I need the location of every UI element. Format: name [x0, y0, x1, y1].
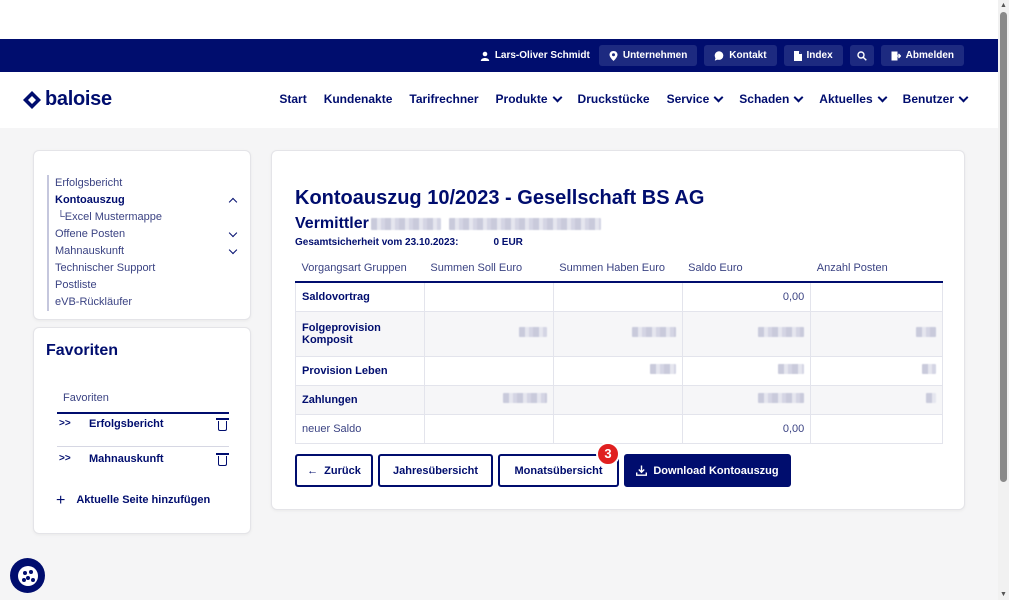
favorite-item[interactable]: >> Mahnauskunft [57, 449, 229, 477]
table-row: neuer Saldo 0,00 [295, 414, 943, 444]
user-menu[interactable]: Lars-Oliver Schmidt [480, 50, 590, 61]
sidebar-item-technischer-support[interactable]: Technischer Support [55, 260, 240, 277]
download-statement-button[interactable]: Download Kontoauszug [624, 454, 791, 487]
index-button[interactable]: Index [783, 45, 843, 66]
unternehmen-button[interactable]: Unternehmen [598, 45, 698, 66]
nav-druckstuecke[interactable]: Druckstücke [578, 92, 650, 106]
search-icon [856, 50, 867, 61]
chevron-down-icon [958, 92, 969, 102]
browser-top-area [0, 0, 1009, 39]
location-pin-icon [609, 50, 618, 61]
sidebar-item-kontoauszug[interactable]: Kontoauszug [55, 192, 240, 209]
chevron-up-icon[interactable] [228, 197, 238, 207]
nav-start[interactable]: Start [279, 92, 306, 106]
chevron-down-icon[interactable] [228, 245, 238, 255]
top-utility-bar: Lars-Oliver Schmidt Unternehmen Kontakt … [0, 39, 998, 72]
page-title: Kontoauszug 10/2023 - Gesellschaft BS AG [295, 187, 705, 209]
document-icon [793, 50, 802, 61]
trash-icon[interactable] [216, 453, 229, 466]
column-header: Vorgangsart Gruppen [295, 255, 425, 283]
search-button[interactable] [849, 45, 874, 66]
cookie-icon [17, 565, 38, 586]
baloise-logo[interactable]: baloise [23, 88, 112, 111]
favorites-title: Favoriten [46, 342, 119, 359]
baloise-logo-icon [23, 90, 41, 109]
redacted-value [518, 327, 547, 337]
download-icon [636, 465, 648, 476]
trash-icon[interactable] [216, 418, 229, 431]
sidebar-item-erfolgsbericht[interactable]: Erfolgsbericht [55, 175, 240, 192]
vertical-scrollbar[interactable]: ▲ ▼ [998, 0, 1009, 600]
redacted-value [502, 393, 547, 403]
chevron-down-icon [877, 92, 888, 102]
double-chevron-right-icon: >> [59, 418, 71, 429]
main-header: baloise Start Kundenakte Tarifrechner Pr… [0, 72, 998, 128]
statement-table: Vorgangsart Gruppen Summen Soll Euro Sum… [295, 255, 943, 444]
table-row: Saldovortrag 0,00 [295, 282, 943, 312]
agent-subtitle: Vermittler [295, 215, 601, 233]
sidebar-item-excel-mustermappe[interactable]: └Excel Mustermappe [55, 209, 240, 226]
nav-produkte[interactable]: Produkte [496, 92, 562, 106]
redacted-text [448, 218, 601, 230]
table-row: Folgeprovision Komposit [295, 311, 943, 357]
step-badge: 3 [596, 442, 620, 466]
security-info: Gesamtsicherheit vom 23.10.2023: 0 EUR [295, 237, 523, 248]
nav-benutzer[interactable]: Benutzer [903, 92, 969, 106]
add-current-page-button[interactable]: + Aktuelle Seite hinzufügen [56, 491, 210, 509]
yearly-overview-button[interactable]: Jahresübersicht [378, 454, 493, 487]
favorites-card: Favoriten Favoriten >> Erfolgsbericht >>… [33, 327, 251, 534]
redacted-value [631, 327, 676, 337]
user-name: Lars-Oliver Schmidt [494, 50, 590, 61]
account-statement-card: Kontoauszug 10/2023 - Gesellschaft BS AG… [271, 150, 965, 510]
favorites-subtitle: Favoriten [63, 392, 109, 404]
nav-tarifrechner[interactable]: Tarifrechner [409, 92, 478, 106]
column-header: Anzahl Posten [810, 255, 943, 283]
redacted-value [922, 364, 936, 374]
chat-icon [714, 50, 724, 61]
column-header: Summen Haben Euro [553, 255, 683, 283]
logout-icon [891, 51, 901, 60]
scrollbar-thumb[interactable] [1000, 12, 1007, 482]
table-row: Provision Leben [295, 356, 943, 386]
double-chevron-right-icon: >> [59, 453, 71, 464]
redacted-value [649, 364, 676, 374]
plus-icon: + [56, 491, 66, 509]
nav-kundenakte[interactable]: Kundenakte [324, 92, 393, 106]
redacted-value [758, 393, 805, 403]
chevron-down-icon [552, 92, 562, 102]
sidebar-item-offene-posten[interactable]: Offene Posten [55, 226, 240, 243]
divider [57, 446, 229, 447]
redacted-value [778, 364, 805, 374]
nav-schaden[interactable]: Schaden [739, 92, 804, 106]
nav-aktuelles[interactable]: Aktuelles [819, 92, 888, 106]
chevron-down-icon [713, 92, 724, 102]
favorite-item[interactable]: >> Erfolgsbericht [57, 414, 229, 442]
back-button[interactable]: ← Zurück [295, 454, 373, 487]
arrow-left-icon: ← [307, 464, 319, 477]
sidebar-menu: Erfolgsbericht Kontoauszug └Excel Muster… [33, 150, 251, 320]
column-header: Saldo Euro [682, 255, 811, 283]
sidebar-item-evb-ruecklaeufer[interactable]: eVB-Rückläufer [55, 294, 240, 311]
table-header-row: Vorgangsart Gruppen Summen Soll Euro Sum… [295, 255, 943, 283]
table-row: Zahlungen [295, 385, 943, 415]
abmelden-button[interactable]: Abmelden [880, 45, 964, 66]
redacted-value [926, 393, 936, 403]
sidebar-item-mahnauskunft[interactable]: Mahnauskunft [55, 243, 240, 260]
chevron-down-icon [793, 92, 804, 102]
kontakt-button[interactable]: Kontakt [704, 45, 777, 66]
redacted-value [758, 327, 805, 337]
main-navigation: Start Kundenakte Tarifrechner Produkte D… [279, 92, 969, 106]
sidebar-item-postliste[interactable]: Postliste [55, 277, 240, 294]
nav-service[interactable]: Service [667, 92, 724, 106]
redacted-value [916, 327, 936, 337]
column-header: Summen Soll Euro [424, 255, 554, 283]
cookie-settings-button[interactable] [10, 558, 45, 593]
redacted-text [370, 218, 441, 230]
scroll-up-arrow-icon[interactable]: ▲ [1000, 2, 1007, 9]
chevron-down-icon[interactable] [228, 228, 238, 238]
tree-branch-icon: └ [57, 211, 65, 223]
scroll-down-arrow-icon[interactable]: ▼ [1000, 591, 1007, 598]
user-icon [480, 51, 490, 61]
